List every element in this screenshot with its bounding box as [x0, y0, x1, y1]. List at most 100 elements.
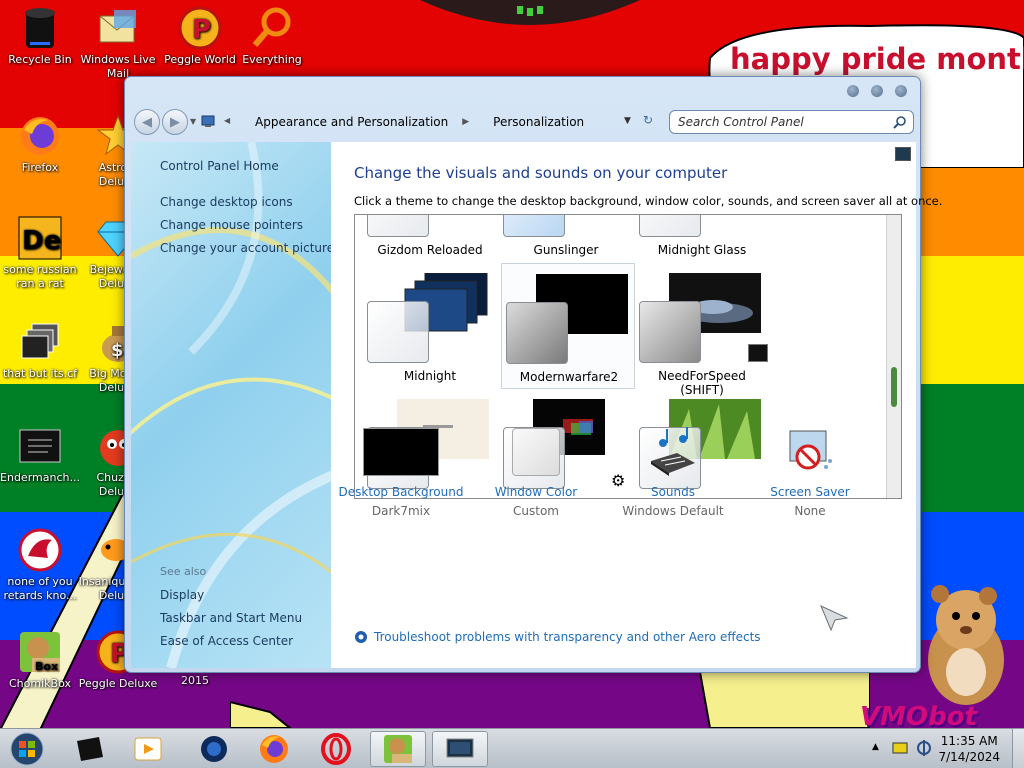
display-link[interactable]: Display	[160, 588, 204, 602]
screen-saver-icon	[740, 427, 880, 477]
screen-saver-setting[interactable]: Screen Saver None	[740, 427, 880, 518]
desktop-icon-that-but-its[interactable]: that but its.cf	[0, 320, 80, 381]
close-button[interactable]	[895, 85, 907, 97]
page-title: Change the visuals and sounds on your co…	[354, 164, 728, 182]
terminal-icon	[18, 424, 62, 468]
desktop-icon-windows-live-mail[interactable]: Windows Live Mail	[78, 6, 158, 81]
desktop-icon-firefox[interactable]: Firefox	[0, 114, 80, 175]
desktop-icon-endermanch[interactable]: Endermanch...	[0, 424, 80, 485]
desktop-background-link[interactable]: Desktop Background	[331, 485, 471, 499]
window-color-icon	[466, 427, 606, 477]
search-input[interactable]: Search Control Panel	[669, 110, 914, 134]
breadcrumb-personalization[interactable]: Personalization	[469, 115, 598, 129]
theme-modernwarfare2[interactable]: Modernwarfare2	[501, 263, 635, 389]
show-desktop-button[interactable]	[1012, 729, 1024, 768]
breadcrumb-separator-icon[interactable]: ▶	[462, 117, 469, 127]
ease-of-access-link[interactable]: Ease of Access Center	[160, 634, 293, 648]
see-also-heading: See also	[160, 565, 207, 578]
taskbar-firefox[interactable]	[246, 731, 302, 767]
media-player-icon	[134, 737, 162, 761]
desktop-icon-peggle-world[interactable]: P Peggle World	[160, 6, 240, 67]
action-center-icon[interactable]	[892, 741, 908, 755]
scrollbar-thumb[interactable]	[891, 367, 897, 407]
firefox-icon	[260, 735, 288, 763]
globe-icon	[201, 736, 227, 762]
start-button[interactable]	[2, 731, 52, 767]
taskbar-clock[interactable]: 11:35 AM 7/14/2024	[938, 733, 1000, 765]
desktop-icon-recycle-bin[interactable]: Recycle Bin	[0, 6, 80, 67]
taskbar-opera[interactable]	[308, 731, 364, 767]
taskbar-chomikbox[interactable]	[370, 731, 426, 767]
theme-gizdom-reloaded[interactable]: Gizdom Reloaded	[363, 215, 497, 263]
start-orb-icon	[10, 732, 44, 766]
search-placeholder: Search Control Panel	[678, 115, 804, 129]
window-content: Control Panel Home Change desktop icons …	[131, 142, 942, 668]
system-tray: ▲ 11:35 AM 7/14/2024	[864, 729, 1024, 768]
sounds-icon	[603, 427, 743, 477]
change-account-picture-link[interactable]: Change your account picture	[160, 241, 331, 255]
theme-midnight[interactable]: Midnight	[363, 263, 497, 389]
desktop-background-value: Dark7mix	[371, 504, 431, 518]
theme-glass-swatch	[503, 215, 565, 237]
recent-pages-dropdown-icon[interactable]: ▼	[190, 117, 196, 126]
firefox-icon	[18, 114, 62, 158]
taskbar-control-panel[interactable]	[432, 731, 488, 767]
forward-button[interactable]: ▶	[162, 109, 188, 135]
maximize-button[interactable]	[871, 85, 883, 97]
breadcrumb: Appearance and Personalization ▶ Persona…	[241, 109, 657, 135]
desktop-icon-chomikbox[interactable]: Box ChomikBox	[0, 630, 80, 691]
change-mouse-pointers-link[interactable]: Change mouse pointers	[160, 218, 303, 232]
page-subtitle: Click a theme to change the desktop back…	[354, 194, 943, 208]
theme-needforspeed-shift[interactable]: NeedForSpeed (SHIFT)	[635, 263, 769, 397]
desktop-background-setting[interactable]: Desktop Background Dark7mix	[331, 427, 471, 518]
svg-text:Box: Box	[35, 660, 58, 673]
change-desktop-icons-link[interactable]: Change desktop icons	[160, 195, 293, 209]
show-hidden-icons-button[interactable]: ▲	[872, 742, 879, 752]
window-color-link[interactable]: Window Color	[466, 485, 606, 499]
taskbar-app-window[interactable]	[62, 731, 118, 767]
taskbar: ▲ 11:35 AM 7/14/2024	[0, 728, 1024, 768]
svg-text:P: P	[192, 15, 211, 45]
de-icon: De	[18, 216, 62, 260]
theme-glass-swatch	[367, 301, 429, 363]
refresh-icon[interactable]: ↻	[643, 113, 653, 127]
control-panel-icon	[201, 114, 215, 131]
desktop-icon-everything[interactable]: Everything	[232, 6, 312, 67]
back-button[interactable]: ◀	[134, 109, 160, 135]
desktop-icon-none-of-you[interactable]: none of you retards kno...	[0, 528, 80, 603]
address-dropdown-icon[interactable]: ▼	[624, 116, 631, 126]
address-bar: ◀ ▶ ▼ ◀ Appearance and Personalization ▶…	[131, 105, 916, 139]
minimize-button[interactable]	[847, 85, 859, 97]
theme-gunslinger[interactable]: Gunslinger	[499, 215, 633, 263]
control-panel-home-link[interactable]: Control Panel Home	[160, 159, 279, 173]
recycle-bin-icon	[18, 6, 62, 50]
screen-saver-value: None	[794, 504, 826, 518]
taskbar-globe[interactable]	[186, 731, 242, 767]
troubleshoot-icon	[355, 631, 367, 643]
desktop-icon-russian-rat[interactable]: De some russian ran a rat	[0, 216, 80, 291]
chomikbox-icon	[384, 735, 412, 763]
taskbar-media-player[interactable]	[120, 731, 176, 767]
window-color-value: Custom	[513, 504, 559, 518]
help-icon[interactable]	[895, 147, 911, 161]
breadcrumb-chevron-icon[interactable]: ◀	[224, 116, 230, 125]
pride-text: happy pride month	[730, 42, 1024, 76]
sounds-link[interactable]: Sounds	[603, 485, 743, 499]
theme-thumbnail-small	[748, 344, 768, 362]
theme-gallery-scrollbar[interactable]	[886, 215, 901, 498]
network-icon[interactable]	[916, 739, 932, 757]
theme-glass-swatch	[639, 301, 701, 363]
screen-saver-link[interactable]: Screen Saver	[740, 485, 880, 499]
windows-stack-icon	[18, 320, 62, 364]
window-titlebar[interactable]	[125, 77, 920, 105]
search-icon[interactable]	[893, 115, 907, 132]
mouse-cursor-icon	[820, 605, 849, 632]
theme-glass-swatch	[639, 215, 701, 237]
troubleshoot-link[interactable]: Troubleshoot problems with transparency …	[354, 630, 761, 644]
sounds-setting[interactable]: Sounds Windows Default	[603, 427, 743, 518]
taskbar-start-menu-link[interactable]: Taskbar and Start Menu	[160, 611, 302, 625]
window-color-setting[interactable]: Window Color Custom	[466, 427, 606, 518]
creature-top-decoration	[420, 0, 640, 25]
breadcrumb-appearance[interactable]: Appearance and Personalization	[241, 115, 462, 129]
theme-midnight-glass[interactable]: Midnight Glass	[635, 215, 769, 263]
